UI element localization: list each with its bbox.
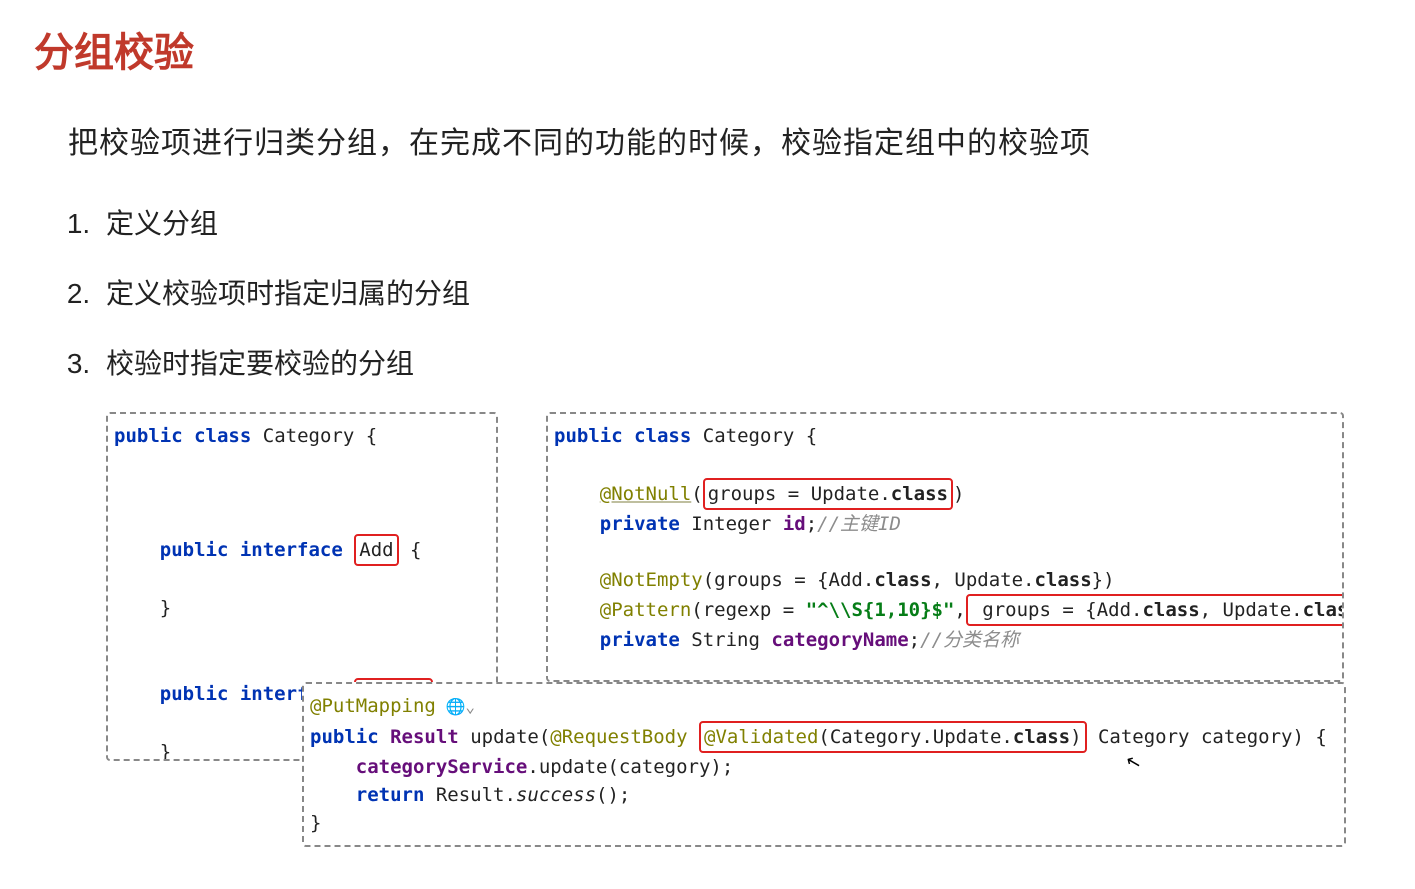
kw-return: return [356,784,425,806]
svc-ref: categoryService [356,756,528,778]
kw-class: class [194,425,251,447]
brace: } [160,597,171,619]
step-item: 校验时指定要校验的分组 [98,342,1415,382]
success-call: success [516,784,596,806]
ann-notempty: @NotEmpty [600,569,703,591]
step-item: 定义校验项时指定归属的分组 [98,272,1415,312]
validated-highlight: @Validated(Category.Update.class) [699,721,1087,753]
iface-add: Add [359,539,393,561]
code-box-fields: public class Category { @NotNull(groups … [546,412,1344,682]
groups-both-highlight: groups = {Add.class, Update.class} [966,594,1344,626]
steps-list: 定义分组 定义校验项时指定归属的分组 校验时指定要校验的分组 [68,202,1415,382]
brace: { [410,539,421,561]
ann-requestbody: @RequestBody [550,726,687,748]
step-item: 定义分组 [98,202,1415,242]
cls-category: Category [703,425,795,447]
regexp-value: "^\\S{1,10}$" [806,599,955,621]
cls-category: Category [263,425,355,447]
method-update: update [470,726,539,748]
kw-public: public [310,726,379,748]
type-integer: Integer [691,513,771,535]
ann-pattern: @Pattern [600,599,692,621]
comment-id: //主键ID [817,513,901,535]
kw-class: class [634,425,691,447]
svc-method: update [539,756,608,778]
subtitle-text: 把校验项进行归类分组，在完成不同的功能的时候，校验指定组中的校验项 [68,118,1415,162]
param-name: category [1201,726,1293,748]
field-id: id [783,513,806,535]
brace: } [160,741,171,761]
kw-interface: interface [240,539,343,561]
arg: category [619,756,711,778]
add-interface-highlight: Add [354,534,398,566]
kw-private: private [600,629,680,651]
type-string: String [691,629,760,651]
kw-public: public [114,425,183,447]
ann-validated: @Validated [704,726,818,748]
page-title: 分组校验 [34,20,1415,78]
result-ref: Result [436,784,505,806]
groups-eq: groups = [708,483,811,505]
kw-private: private [600,513,680,535]
kw-public: public [160,683,229,705]
regexp-label: regexp = [703,599,806,621]
comment-name: //分类名称 [920,629,1019,651]
brace: { [1315,726,1326,748]
tail: (); [596,784,630,806]
kw-public: public [554,425,623,447]
slide: 分组校验 把校验项进行归类分组，在完成不同的功能的时候，校验指定组中的校验项 定… [0,0,1415,889]
groups-update-highlight: groups = Update.class [703,478,953,510]
kw-public: public [160,539,229,561]
field-categoryname: categoryName [771,629,908,651]
brace: } [310,812,321,834]
ann-notnull: @NotNull [600,483,692,505]
ann-putmapping: @PutMapping [310,695,436,717]
param-type: Category [1098,726,1190,748]
type-result: Result [390,726,459,748]
brace: { [806,425,817,447]
gutter-icon: 🌐⌄ [436,693,475,721]
code-box-controller: @PutMapping 🌐⌄ public Result update(@Req… [302,682,1346,847]
brace: { [366,425,377,447]
